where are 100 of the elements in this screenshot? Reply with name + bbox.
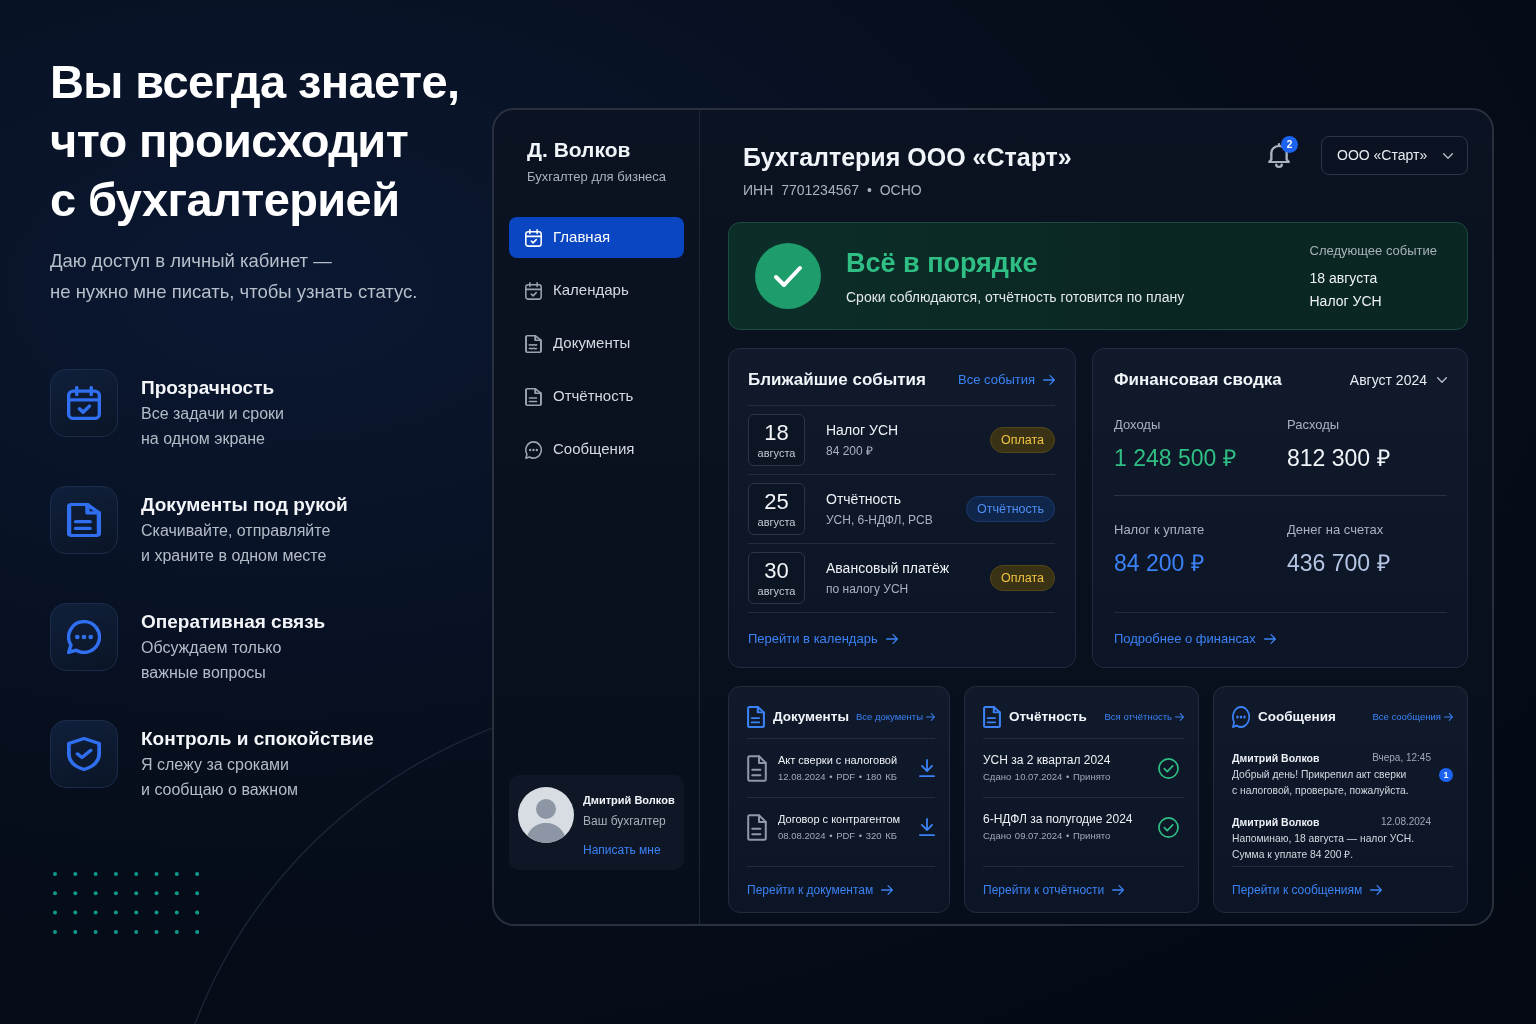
event-title: Налог УСН xyxy=(826,421,900,439)
next-event-date: 18 августа xyxy=(1309,269,1379,287)
arrow-right-icon xyxy=(1175,713,1184,721)
chat-icon xyxy=(1232,706,1250,728)
hero-heading: Вы всегда знаете, что происходит с бухгалтерией xyxy=(50,54,461,228)
shield-icon xyxy=(50,720,118,788)
message-time: Вчера, 12:45 xyxy=(1372,751,1431,765)
arrow-right-icon xyxy=(1043,375,1055,385)
calendar-link[interactable]: Перейти в календарь xyxy=(748,629,1055,649)
all-messages-link[interactable]: Все сообщения xyxy=(1372,709,1453,725)
event-tag: Отчётность xyxy=(966,496,1055,522)
chevron-down-icon xyxy=(1437,377,1447,383)
report-name: 6-НДФЛ за полугодие 2024 xyxy=(983,811,1134,827)
event-day: 30 xyxy=(764,558,789,583)
company-select[interactable]: ООО «Старт» xyxy=(1321,136,1468,175)
metric-value: 812 300 ₽ xyxy=(1287,444,1391,473)
document-meta: 08.08.2024 • PDF • 320 КБ xyxy=(778,828,898,843)
arrow-right-icon xyxy=(1370,885,1383,895)
metric-label: Денег на счетах xyxy=(1287,521,1385,539)
metric-label: Доходы xyxy=(1114,416,1162,434)
message-text: Напоминаю, 18 августа — налог УСН. Сумма к уплате 84 200 ₽. xyxy=(1232,832,1416,862)
feature-title: Оперативная связь xyxy=(141,610,326,634)
status-title: Всё в порядке xyxy=(846,246,1039,279)
report-name: УСН за 2 квартал 2024 xyxy=(983,752,1112,768)
next-event-label: Следующее событие xyxy=(1309,242,1437,260)
download-icon[interactable] xyxy=(919,818,935,836)
event-month: августа xyxy=(757,515,796,529)
user-name: Д. Волков xyxy=(526,137,632,163)
check-circle-icon xyxy=(755,243,821,309)
message-time: 12.08.2024 xyxy=(1380,815,1431,829)
all-events-link[interactable]: Все события xyxy=(958,370,1055,390)
feature-title: Контроль и спокойствие xyxy=(141,727,374,751)
calendar-icon xyxy=(50,369,118,437)
all-reports-link[interactable]: Вся отчётность xyxy=(1104,709,1184,725)
message-text: Добрый день! Прикрепил акт сверки с налоговой, проверьте, пожалуйста. xyxy=(1232,768,1410,798)
card-title: Финансовая сводка xyxy=(1114,369,1282,392)
document-icon xyxy=(50,486,118,554)
metric-value: 436 700 ₽ xyxy=(1287,549,1391,578)
feature-title: Документы под рукой xyxy=(141,493,348,517)
document-icon xyxy=(525,387,542,406)
document-icon xyxy=(983,706,1001,728)
nav-item[interactable]: Главная xyxy=(509,217,684,258)
message-sender: Дмитрий Волков xyxy=(1232,815,1320,829)
feature-description: Все задачи и сроки на одном экране xyxy=(141,404,284,449)
accountant-role: Ваш бухгалтер xyxy=(583,813,667,829)
page-title: Бухгалтерия ООО «Старт» xyxy=(743,142,1072,173)
card-title: Ближайшие события xyxy=(748,369,926,392)
all-documents-link[interactable]: Все документы xyxy=(856,709,935,725)
nav-item[interactable]: Отчётность xyxy=(509,376,684,417)
event-month: августа xyxy=(757,584,796,598)
nav-item[interactable]: Календарь xyxy=(509,270,684,311)
notification-badge: 2 xyxy=(1281,136,1298,153)
file-icon xyxy=(747,813,767,841)
metric-label: Налог к уплате xyxy=(1114,521,1206,539)
status-text: Сроки соблюдаются, отчётность готовится по плану xyxy=(846,287,1186,306)
user-role: Бухгалтер для бизнеса xyxy=(526,168,668,186)
hero-subtitle: Даю доступ в личный кабинет — не нужно мне писать, чтобы узнать статус. xyxy=(50,249,419,304)
messages-link[interactable]: Перейти к сообщениям xyxy=(1232,881,1453,899)
download-icon[interactable] xyxy=(919,759,935,777)
nav-item[interactable]: Документы xyxy=(509,323,684,364)
avatar-icon xyxy=(518,787,574,843)
calendar-icon xyxy=(525,281,542,300)
report-meta: Сдано 09.07.2024 • Принято xyxy=(983,828,1112,843)
chat-icon xyxy=(525,440,542,459)
period-select[interactable]: Август 2024 xyxy=(1349,369,1447,391)
arrow-right-icon xyxy=(1112,885,1125,895)
document-icon xyxy=(747,706,765,728)
metric-label: Расходы xyxy=(1287,416,1341,434)
unread-badge: 1 xyxy=(1439,768,1453,782)
event-title: Отчётность xyxy=(826,490,903,508)
card-title: Документы xyxy=(773,707,849,726)
document-meta: 12.08.2024 • PDF • 180 КБ xyxy=(778,769,898,784)
metric-value: 1 248 500 ₽ xyxy=(1114,444,1237,473)
calendar-icon xyxy=(525,228,542,247)
event-day: 25 xyxy=(764,489,789,514)
event-subtitle: 84 200 ₽ xyxy=(826,443,875,459)
arrow-right-icon xyxy=(885,633,898,644)
finance-details-link[interactable]: Подробнее о финансах xyxy=(1114,629,1447,649)
document-name: Акт сверки с налоговой xyxy=(778,752,899,768)
event-month: августа xyxy=(757,446,796,460)
arrow-right-icon xyxy=(1263,633,1276,644)
message-sender: Дмитрий Волков xyxy=(1232,751,1320,765)
reports-link[interactable]: Перейти к отчётности xyxy=(983,881,1184,899)
event-tag: Оплата xyxy=(990,427,1055,453)
file-icon xyxy=(747,754,767,782)
write-me-link[interactable]: Написать мне xyxy=(583,842,661,858)
check-circle-icon xyxy=(1158,757,1179,779)
company-details: ИНН 7701234567 • ОСНО xyxy=(743,181,923,199)
arrow-right-icon xyxy=(1444,713,1453,721)
event-tag: Оплата xyxy=(990,565,1055,591)
chevron-down-icon xyxy=(1443,152,1453,159)
event-subtitle: УСН, 6-НДФЛ, РСВ xyxy=(826,512,934,528)
event-title: Авансовый платёж xyxy=(826,559,951,577)
report-meta: Сдано 10.07.2024 • Принято xyxy=(983,769,1112,784)
feature-title: Прозрачность xyxy=(141,376,276,400)
chat-icon xyxy=(50,603,118,671)
nav-item[interactable]: Сообщения xyxy=(509,429,684,470)
metric-value: 84 200 ₽ xyxy=(1114,549,1205,578)
document-name: Договор с контрагентом xyxy=(778,811,902,827)
documents-link[interactable]: Перейти к документам xyxy=(747,881,935,899)
